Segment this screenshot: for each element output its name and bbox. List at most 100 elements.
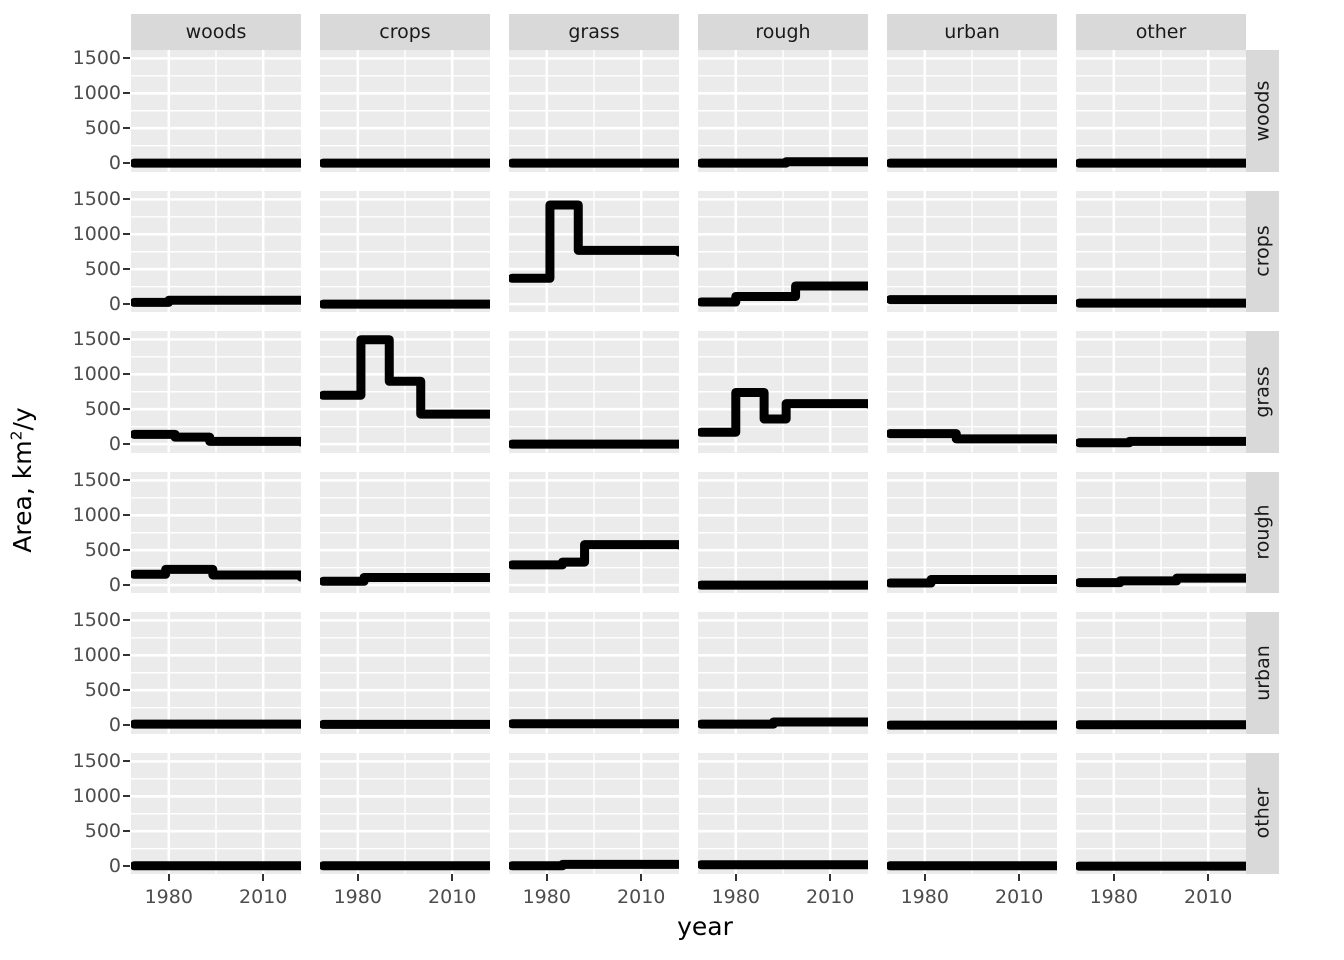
row-strip-label: rough [1251,504,1274,560]
panel-crops-urban [887,190,1057,312]
x-tick-mark [1207,874,1210,881]
panel-urban-urban [887,612,1057,734]
minor-gridlines [698,612,868,734]
y-tick-mark [123,829,130,832]
minor-gridlines [887,752,1057,874]
minor-gridlines [698,50,868,172]
panel-woods-rough [698,50,868,172]
panel-canvas [698,50,868,172]
y-tick-mark [123,689,130,692]
panel-canvas [1076,612,1246,734]
panel-urban-other [1076,612,1246,734]
panel-rough-crops [320,471,490,593]
panel-canvas [698,752,868,874]
x-tick-label: 2010 [239,886,288,908]
panel-rough-urban [887,471,1057,593]
row-strip-label: grass [1251,366,1274,418]
panel-canvas [509,331,679,453]
x-tick-mark [923,874,926,881]
minor-gridlines [131,190,301,312]
y-tick-mark [123,619,130,622]
panel-canvas [887,752,1057,874]
y-tick-label: 1500 [72,749,121,772]
y-tick-mark [123,197,130,200]
minor-gridlines [1076,331,1246,453]
panel-canvas [320,752,490,874]
row-strip-other: other [1246,752,1279,874]
panel-urban-crops [320,612,490,734]
x-axis-ticks: 1980 2010 1980 2010 1980 2010 1980 2010 1980 2010… [131,874,1279,914]
minor-gridlines [1076,752,1246,874]
panel-canvas [1076,50,1246,172]
minor-gridlines [1076,190,1246,312]
col-strip-crops: crops [320,14,490,50]
minor-gridlines [698,752,868,874]
minor-gridlines [320,50,490,172]
y-tick-label: 1500 [72,187,121,210]
y-tick-mark [123,478,130,481]
step-line [887,429,1057,444]
panel-canvas [509,471,679,593]
col-strip-other: other [1076,14,1246,50]
minor-gridlines [131,752,301,874]
col-strip-grass: grass [509,14,679,50]
panel-other-other [1076,752,1246,874]
panel-grass-other [1076,331,1246,453]
y-tick-mark [123,162,130,165]
panel-urban-woods [131,612,301,734]
panel-woods-urban [887,50,1057,172]
y-tick-mark [123,654,130,657]
step-line [1076,573,1246,587]
step-line [131,429,301,447]
x-tick-label: 2010 [428,886,477,908]
panel-crops-rough [698,190,868,312]
x-tick-label: 1980 [1089,886,1138,908]
col-strip-urban: urban [887,14,1057,50]
panel-canvas [320,331,490,453]
panel-canvas [131,612,301,734]
col-strip-rough: rough [698,14,868,50]
y-tick-label: 1000 [72,644,121,667]
y-tick-label: 0 [108,152,121,175]
step-line [509,199,679,283]
panel-canvas [698,331,868,453]
x-tick-label: 2010 [806,886,855,908]
panel-woods-woods [131,50,301,172]
panel-canvas [698,190,868,312]
y-tick-label: 1000 [72,784,121,807]
row-strip-grass: grass [1246,331,1279,453]
minor-gridlines [1076,612,1246,734]
x-tick-mark [167,874,170,881]
panel-canvas [320,190,490,312]
col-strip-label: urban [944,21,1000,43]
x-tick-label: 2010 [1184,886,1233,908]
col-strip-label: rough [755,21,811,43]
minor-gridlines [509,752,679,874]
panel-other-urban [887,752,1057,874]
step-line [320,572,490,586]
x-tick-mark [829,874,832,881]
step-line [698,157,868,168]
y-tick-mark [123,583,130,586]
y-tick-mark [123,338,130,341]
step-line [131,564,301,582]
panel-canvas [887,471,1057,593]
panel-canvas [131,471,301,593]
row-strip-label: crops [1251,225,1274,277]
panel-rough-other [1076,471,1246,593]
panel-grass-woods [131,331,301,453]
y-tick-mark [123,92,130,95]
y-tick-label: 1000 [72,222,121,245]
panel-rough-rough [698,471,868,593]
y-tick-label: 500 [84,819,121,842]
panel-grass-crops [320,331,490,453]
x-tick-mark [734,874,737,881]
panel-woods-other [1076,50,1246,172]
row-strip-label: woods [1251,80,1274,142]
y-tick-label: 500 [84,679,121,702]
y-tick-label: 0 [108,854,121,877]
minor-gridlines [320,612,490,734]
y-tick-mark [123,794,130,797]
chart-root: Area, km2/y year 0 500 1000 1500 0 500 1000 150… [0,0,1344,960]
y-tick-mark [123,127,130,130]
